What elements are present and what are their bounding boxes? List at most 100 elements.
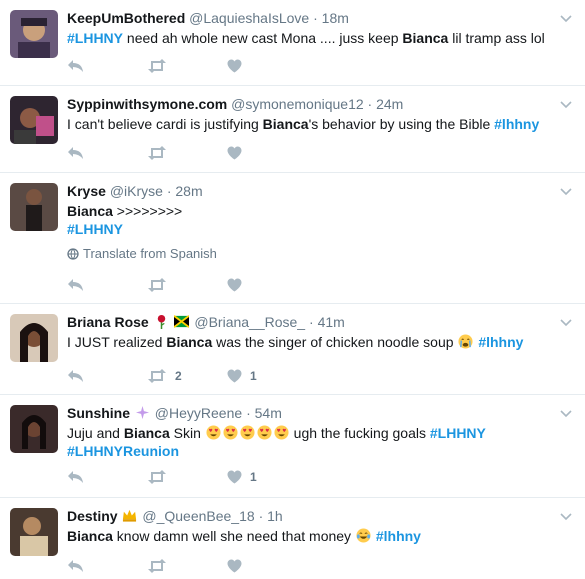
tweet-text: I can't believe cardi is justifying Bian… [67, 115, 555, 133]
avatar[interactable] [10, 10, 58, 58]
timestamp[interactable]: 18m [322, 10, 349, 26]
username[interactable]: @iKryse [110, 183, 163, 199]
text-segment: 's behavior by using the Bible [308, 116, 495, 132]
tweet[interactable]: Syppinwithsymone.com @symonemonique12 · … [0, 86, 585, 173]
hashtag-link[interactable]: #lhhny [376, 528, 421, 544]
tweet-actions: 1 [67, 467, 307, 487]
like-button[interactable] [227, 146, 307, 160]
globe-icon [67, 248, 79, 260]
hashtag-link[interactable]: #lhhny [478, 334, 523, 350]
hashtag-link[interactable]: #LHHNY [67, 30, 123, 46]
text-segment: I can't believe cardi is justifying [67, 116, 263, 132]
caret-down-icon[interactable] [559, 316, 573, 330]
retweet-button[interactable] [147, 559, 227, 573]
retweet-button[interactable] [147, 470, 227, 484]
tweet[interactable]: Kryse @iKryse · 28m Bianca >>>>>>>> #LHH… [0, 173, 585, 304]
tweet-timeline: KeepUmBothered @LaquieshaIsLove · 18m #L… [0, 0, 585, 579]
retweet-icon [148, 59, 166, 73]
tweet-actions [67, 56, 307, 76]
avatar[interactable] [10, 96, 58, 144]
retweet-button[interactable]: 2 [147, 369, 227, 383]
heart-eyes-emoji [274, 425, 289, 440]
caret-down-icon[interactable] [559, 407, 573, 421]
username[interactable]: @HeyyReene [155, 405, 242, 421]
reply-button[interactable] [67, 59, 147, 73]
display-name[interactable]: Kryse [67, 183, 106, 199]
display-name[interactable]: Sunshine [67, 405, 130, 421]
crown-emoji [123, 509, 137, 522]
like-button[interactable] [227, 559, 307, 573]
reply-button[interactable] [67, 278, 147, 292]
tweet[interactable]: Destiny @_QueenBee_18 · 1h Bianca know d… [0, 498, 585, 579]
like-button[interactable] [227, 278, 307, 292]
translate-label: Translate from Spanish [83, 246, 217, 261]
hashtag-link[interactable]: #LHHNY [430, 425, 486, 441]
avatar[interactable] [10, 508, 58, 556]
text-segment: Skin [169, 425, 205, 441]
tweet[interactable]: Briana Rose @Briana__Rose_ · 41m I JUST … [0, 304, 585, 395]
text-segment: lil tramp ass lol [448, 30, 545, 46]
retweet-button[interactable] [147, 146, 227, 160]
heart-eyes-emoji [240, 425, 255, 440]
timestamp[interactable]: 28m [175, 183, 202, 199]
tweet-header: Sunshine @HeyyReene · 54m [67, 405, 282, 421]
display-name[interactable]: KeepUmBothered [67, 10, 185, 26]
avatar[interactable] [10, 314, 58, 362]
like-icon [227, 369, 242, 383]
retweet-icon [148, 278, 166, 292]
tweet[interactable]: Sunshine @HeyyReene · 54m Juju and Bianc… [0, 395, 585, 498]
username[interactable]: @Briana__Rose_ [194, 314, 305, 330]
highlighted-keyword: Bianca [166, 334, 213, 350]
like-button[interactable]: 1 [227, 369, 307, 383]
display-name[interactable]: Destiny [67, 508, 118, 524]
timestamp[interactable]: 54m [255, 405, 282, 421]
caret-down-icon[interactable] [559, 12, 573, 26]
retweet-icon [148, 369, 166, 383]
hashtag-link[interactable]: #lhhny [494, 116, 539, 132]
retweet-button[interactable] [147, 278, 227, 292]
username[interactable]: @_QueenBee_18 [142, 508, 254, 524]
highlighted-keyword: Bianca [262, 116, 309, 132]
caret-down-icon[interactable] [559, 185, 573, 199]
reply-icon [68, 60, 83, 72]
timestamp[interactable]: 1h [267, 508, 283, 524]
like-icon [227, 146, 242, 160]
text-segment: need ah whole new cast Mona .... juss ke… [123, 30, 403, 46]
reply-button[interactable] [67, 559, 147, 573]
translate-link[interactable]: Translate from Spanish [67, 246, 555, 262]
text-segment: know damn well she need that money [112, 528, 355, 544]
timestamp[interactable]: 41m [318, 314, 345, 330]
reply-button[interactable] [67, 369, 147, 383]
avatar[interactable] [10, 183, 58, 231]
retweet-button[interactable] [147, 59, 227, 73]
tweet-header: KeepUmBothered @LaquieshaIsLove · 18m [67, 10, 349, 26]
avatar[interactable] [10, 405, 58, 453]
reply-button[interactable] [67, 146, 147, 160]
text-segment: I JUST realized [67, 334, 167, 350]
caret-down-icon[interactable] [559, 510, 573, 524]
text-line: Juju and Bianca Skin ugh the fucking goa… [67, 425, 486, 441]
reply-icon [68, 279, 83, 291]
hashtag-link[interactable]: #LHHNYReunion [67, 443, 179, 459]
tweet-header: Kryse @iKryse · 28m [67, 183, 203, 199]
username[interactable]: @symonemonique12 [231, 96, 364, 112]
mention-word: Bianca [67, 203, 113, 219]
like-icon [227, 470, 242, 484]
display-name[interactable]: Syppinwithsymone.com [67, 96, 227, 112]
heart-eyes-emoji [257, 425, 272, 440]
tweet-text: Bianca >>>>>>>> #LHHNY [67, 202, 555, 238]
tweet[interactable]: KeepUmBothered @LaquieshaIsLove · 18m #L… [0, 0, 585, 86]
retweet-icon [148, 146, 166, 160]
like-button[interactable]: 1 [227, 470, 307, 484]
caret-down-icon[interactable] [559, 98, 573, 112]
username[interactable]: @LaquieshaIsLove [189, 10, 309, 26]
like-count: 1 [250, 470, 257, 484]
like-button[interactable] [227, 59, 307, 73]
tweet-header: Syppinwithsymone.com @symonemonique12 · … [67, 96, 404, 112]
reply-button[interactable] [67, 470, 147, 484]
timestamp[interactable]: 24m [376, 96, 403, 112]
hashtag-link[interactable]: #LHHNY [67, 221, 123, 237]
like-icon [227, 278, 242, 292]
reply-icon [68, 370, 83, 382]
display-name[interactable]: Briana Rose [67, 314, 149, 330]
